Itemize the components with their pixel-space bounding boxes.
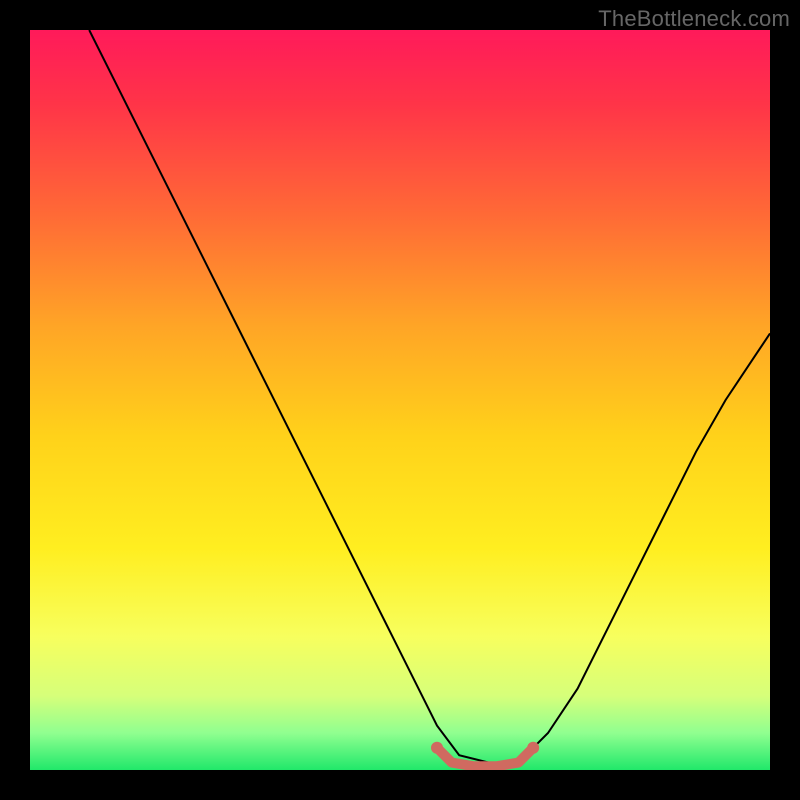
plot-area <box>30 30 770 770</box>
gradient-background <box>30 30 770 770</box>
band-start <box>431 742 443 754</box>
band-end <box>527 742 539 754</box>
watermark-text: TheBottleneck.com <box>598 6 790 32</box>
chart-frame: TheBottleneck.com <box>0 0 800 800</box>
chart-svg <box>30 30 770 770</box>
